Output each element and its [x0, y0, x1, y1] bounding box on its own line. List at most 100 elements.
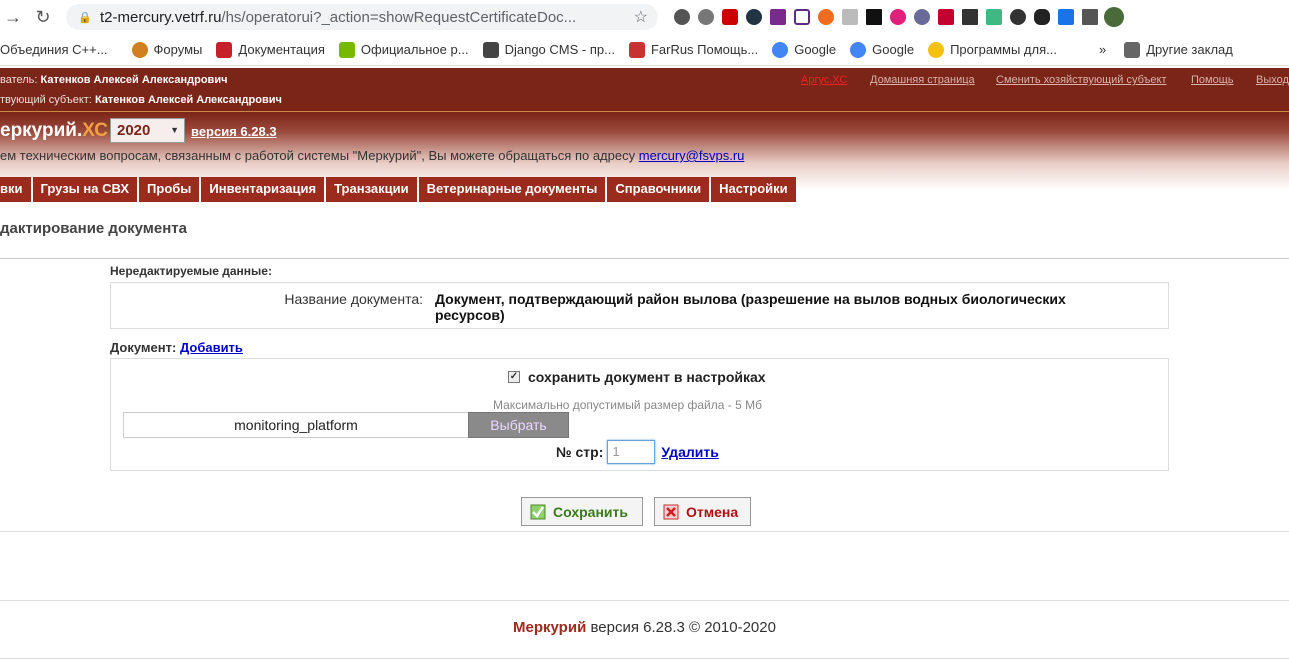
profile-avatar[interactable] — [1102, 6, 1126, 28]
forward-icon[interactable]: → — [0, 4, 26, 30]
gear-extension-icon[interactable] — [670, 6, 694, 28]
bookmark-item[interactable]: Объединия С++... — [0, 42, 115, 57]
download-extension-icon[interactable] — [1006, 6, 1030, 28]
year-select[interactable]: 2020 ▼ — [110, 118, 185, 143]
user-name: Катенков Алексей Александрович — [40, 74, 228, 86]
bookmark-item[interactable]: Google — [765, 41, 843, 58]
document-section-label: Документ: Добавить — [110, 340, 243, 355]
jetbrains-icon[interactable] — [862, 6, 886, 28]
link-change-entity[interactable]: Сменить хозяйствующий субъект — [996, 74, 1167, 86]
doc-name-label: Название документа: — [284, 291, 423, 307]
http-extension-icon[interactable] — [1054, 6, 1078, 28]
choose-file-button[interactable]: Выбрать — [468, 412, 569, 438]
logo-suffix: ХС — [82, 120, 108, 141]
other-bookmarks-folder[interactable]: Другие заклад — [1117, 41, 1240, 58]
adblock-icon[interactable] — [718, 6, 742, 28]
page-number-input[interactable]: 1 — [607, 440, 656, 464]
chevron-down-icon: ▼ — [170, 125, 179, 135]
cancel-button-label: Отмена — [686, 503, 739, 520]
user-label: ватель: — [0, 74, 38, 86]
cross-extension-icon[interactable] — [766, 6, 790, 28]
url-path: /hs/operatorui?_action=showRequestCertif… — [221, 8, 577, 26]
user-info: ватель: Катенков Алексей Александрович — [0, 74, 227, 86]
site-header: ватель: Катенков Алексей Александрович т… — [0, 68, 1289, 190]
bookmark-label: Другие заклад — [1146, 42, 1233, 57]
save-in-settings-checkbox[interactable]: ✓ — [508, 371, 520, 383]
readonly-box: Название документа: Документ, подтвержда… — [110, 282, 1169, 329]
link-logout[interactable]: Выход — [1256, 74, 1289, 86]
chat-extension-icon[interactable] — [910, 6, 934, 28]
more-bookmarks-button[interactable]: » — [1092, 42, 1113, 57]
doc-name-value: Документ, подтверждающий район вылова (р… — [435, 291, 1066, 323]
menu-item-svh-cargo[interactable]: Грузы на СВХ — [32, 177, 138, 202]
title-divider — [0, 258, 1289, 259]
qr-extension-icon[interactable] — [958, 6, 982, 28]
footer-brand: Меркурий — [513, 619, 587, 636]
footer: Меркурий версия 6.28.3 © 2010-2020 — [0, 619, 1289, 636]
link-help[interactable]: Помощь — [1191, 74, 1234, 86]
save-button[interactable]: Сохранить — [521, 497, 643, 526]
menu-item-deliveries[interactable]: вки — [0, 177, 31, 202]
cms-icon — [482, 41, 499, 58]
link-argus[interactable]: Аргус.ХС — [801, 74, 847, 86]
max-size-note: Максимально допустимый размер файла - 5 … — [493, 398, 762, 412]
reload-icon[interactable]: ↻ — [30, 4, 56, 30]
bookmark-label: Форумы — [153, 42, 203, 57]
bookmark-label: Объединия С++... — [0, 42, 108, 57]
eye-extension-icon[interactable] — [1030, 6, 1054, 28]
footer-text: версия 6.28.3 © 2010-2020 — [590, 619, 776, 636]
lock-icon: 🔒 — [78, 12, 92, 24]
menu-item-samples[interactable]: Пробы — [139, 177, 200, 202]
content-divider — [0, 531, 1289, 532]
angular-icon[interactable] — [934, 6, 958, 28]
delete-link[interactable]: Удалить — [661, 444, 718, 460]
file-name-field[interactable]: monitoring_platform — [123, 412, 469, 438]
page-number-label: № стр: — [556, 444, 604, 460]
version-link[interactable]: версия 6.28.3 — [191, 124, 277, 139]
menu-item-references[interactable]: Справочники — [607, 177, 710, 202]
save-button-label: Сохранить — [553, 503, 628, 520]
bookmark-item[interactable]: Документация — [209, 41, 332, 58]
page-number-row: № стр: 1 Удалить — [556, 440, 719, 464]
bookmark-item[interactable]: FarRus Помощь... — [622, 41, 765, 58]
bookmark-label: Официальное р... — [360, 42, 469, 57]
bookmark-star-icon[interactable]: ☆ — [634, 7, 648, 27]
vue-icon[interactable] — [982, 6, 1006, 28]
bookmark-label: Программы для... — [950, 42, 1057, 57]
logo: еркурий.ХС — [0, 120, 108, 142]
puzzle-extension-icon[interactable] — [694, 6, 718, 28]
pink-extension-icon[interactable] — [886, 6, 910, 28]
checkmark-icon — [530, 504, 546, 519]
bookmark-item[interactable]: Форумы — [125, 41, 210, 58]
support-text: ем техническим вопросам, связанным с раб… — [0, 148, 744, 163]
bookmark-item[interactable]: Программы для... — [921, 41, 1064, 58]
json-extension-icon[interactable] — [790, 6, 814, 28]
bookmark-label: FarRus Помощь... — [650, 42, 759, 57]
save-in-settings-row: ✓ сохранить документ в настройках — [508, 369, 766, 385]
bookmark-label: Документация — [238, 42, 325, 57]
bookmark-item[interactable]: Django CMS - пр... — [476, 41, 622, 58]
bookmark-item[interactable]: Официальное р... — [332, 41, 476, 58]
menu-item-transactions[interactable]: Транзакции — [326, 177, 417, 202]
support-email-link[interactable]: mercury@fsvps.ru — [639, 148, 745, 163]
menu-item-settings[interactable]: Настройки — [711, 177, 796, 202]
page-title: дактирование документа — [0, 220, 187, 237]
menu-item-vet-documents[interactable]: Ветеринарные документы — [418, 177, 606, 202]
document-box: ✓ сохранить документ в настройках Максим… — [110, 358, 1169, 471]
document-label: Документ: — [110, 340, 177, 355]
bookmarks-bar: Объединия С++... Форумы Документация Офи… — [0, 34, 1289, 66]
bookmark-item[interactable]: Google — [843, 41, 921, 58]
year-value: 2020 — [117, 122, 151, 139]
footer-divider-top — [0, 600, 1289, 601]
cancel-button[interactable]: Отмена — [654, 497, 751, 526]
menu-item-inventory[interactable]: Инвентаризация — [201, 177, 325, 202]
grid-extension-icon[interactable] — [838, 6, 862, 28]
playlist-icon[interactable] — [1078, 6, 1102, 28]
add-document-link[interactable]: Добавить — [180, 340, 243, 355]
orange-extension-icon[interactable] — [814, 6, 838, 28]
readonly-label: Нередактируемые данные: — [110, 264, 272, 278]
main-menu: вки Грузы на СВХ Пробы Инвентаризация Тр… — [0, 177, 796, 202]
link-home[interactable]: Домашняя страница — [870, 74, 975, 86]
shield-extension-icon[interactable] — [742, 6, 766, 28]
address-bar[interactable]: 🔒 t2-mercury.vetrf.ru/hs/operatorui?_act… — [66, 4, 658, 30]
